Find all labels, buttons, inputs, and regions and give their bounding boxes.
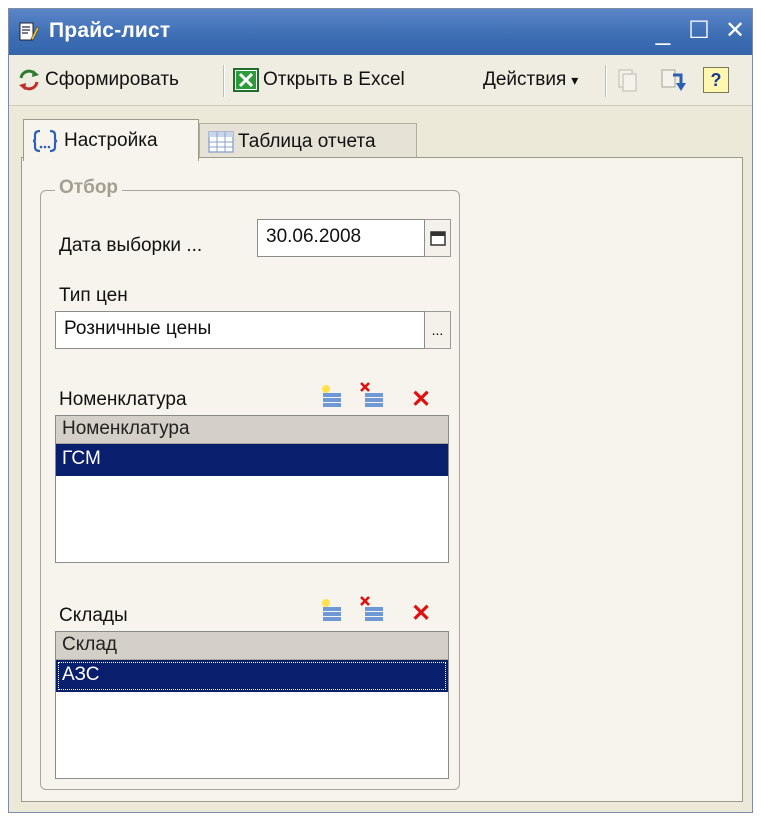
list-item[interactable]: АЗС <box>56 660 448 692</box>
actions-label: Действия <box>483 69 567 90</box>
clear-list-icon[interactable]: ✕ <box>411 385 431 414</box>
list-item[interactable]: ГСМ <box>56 444 448 476</box>
warehouses-list[interactable]: Склад АЗС <box>55 631 449 779</box>
window-title: Прайс-лист <box>49 19 171 42</box>
nomenclature-column-header[interactable]: Номенклатура <box>56 416 448 444</box>
tab-strip: Настройка Таблица отчета <box>9 109 752 161</box>
toolbar-separator <box>223 65 225 97</box>
filter-group: Отбор Дата выборки ... 30.06.2008 Тип це… <box>40 177 460 790</box>
price-list-window: Прайс-лист _ ☐ ✕ Сформировать Открыть в … <box>8 8 753 813</box>
copy-button[interactable] <box>615 65 641 95</box>
date-field[interactable]: 30.06.2008 <box>257 219 425 257</box>
table-grid-icon <box>208 130 234 153</box>
settings-panel: Отбор Дата выборки ... 30.06.2008 Тип це… <box>21 157 743 802</box>
excel-icon <box>233 68 259 92</box>
maximize-button[interactable]: ☐ <box>685 18 713 46</box>
filter-group-legend: Отбор <box>55 177 123 199</box>
clear-list-icon[interactable]: ✕ <box>411 599 431 628</box>
tab-settings-label: Настройка <box>64 129 158 151</box>
toolbar: Сформировать Открыть в Excel Действия ▾ <box>9 55 752 106</box>
calendar-icon <box>429 231 446 246</box>
calendar-button[interactable] <box>425 219 451 257</box>
nomenclature-label: Номенклатура <box>59 389 187 410</box>
tab-report-table[interactable]: Таблица отчета <box>199 123 417 159</box>
minimize-button[interactable]: _ <box>649 18 677 46</box>
copy-document-icon <box>618 69 637 92</box>
warehouse-column-header[interactable]: Склад <box>56 632 448 660</box>
open-excel-button[interactable]: Открыть в Excel <box>233 65 405 95</box>
date-label: Дата выборки ... <box>59 235 203 256</box>
add-row-icon[interactable] <box>319 597 345 623</box>
document-edit-icon <box>19 22 39 41</box>
price-type-select-button[interactable]: ... <box>425 311 451 349</box>
tab-report-table-label: Таблица отчета <box>238 130 376 152</box>
remove-row-icon[interactable] <box>359 381 387 409</box>
price-type-field[interactable]: Розничные цены <box>55 311 425 349</box>
toolbar-separator <box>605 65 607 97</box>
remove-row-icon[interactable] <box>359 595 387 623</box>
chevron-down-icon: ▾ <box>571 71 579 88</box>
price-type-label: Тип цен <box>59 285 128 306</box>
help-button[interactable]: ? <box>703 65 729 95</box>
open-excel-label: Открыть в Excel <box>263 69 405 90</box>
warehouses-label: Склады <box>59 605 128 626</box>
braces-settings-icon <box>32 129 58 152</box>
tab-settings[interactable]: Настройка <box>23 119 199 161</box>
paste-button[interactable] <box>659 65 687 95</box>
help-icon: ? <box>703 67 729 93</box>
paste-arrow-icon <box>661 69 686 91</box>
actions-menu-button[interactable]: Действия ▾ <box>483 65 578 95</box>
title-bar[interactable]: Прайс-лист _ ☐ ✕ <box>9 9 752 55</box>
nomenclature-list[interactable]: Номенклатура ГСМ <box>55 415 449 563</box>
close-button[interactable]: ✕ <box>721 18 749 46</box>
add-row-icon[interactable] <box>319 383 345 409</box>
refresh-icon <box>19 69 39 91</box>
form-report-button[interactable]: Сформировать <box>17 65 179 95</box>
form-report-label: Сформировать <box>45 69 179 90</box>
